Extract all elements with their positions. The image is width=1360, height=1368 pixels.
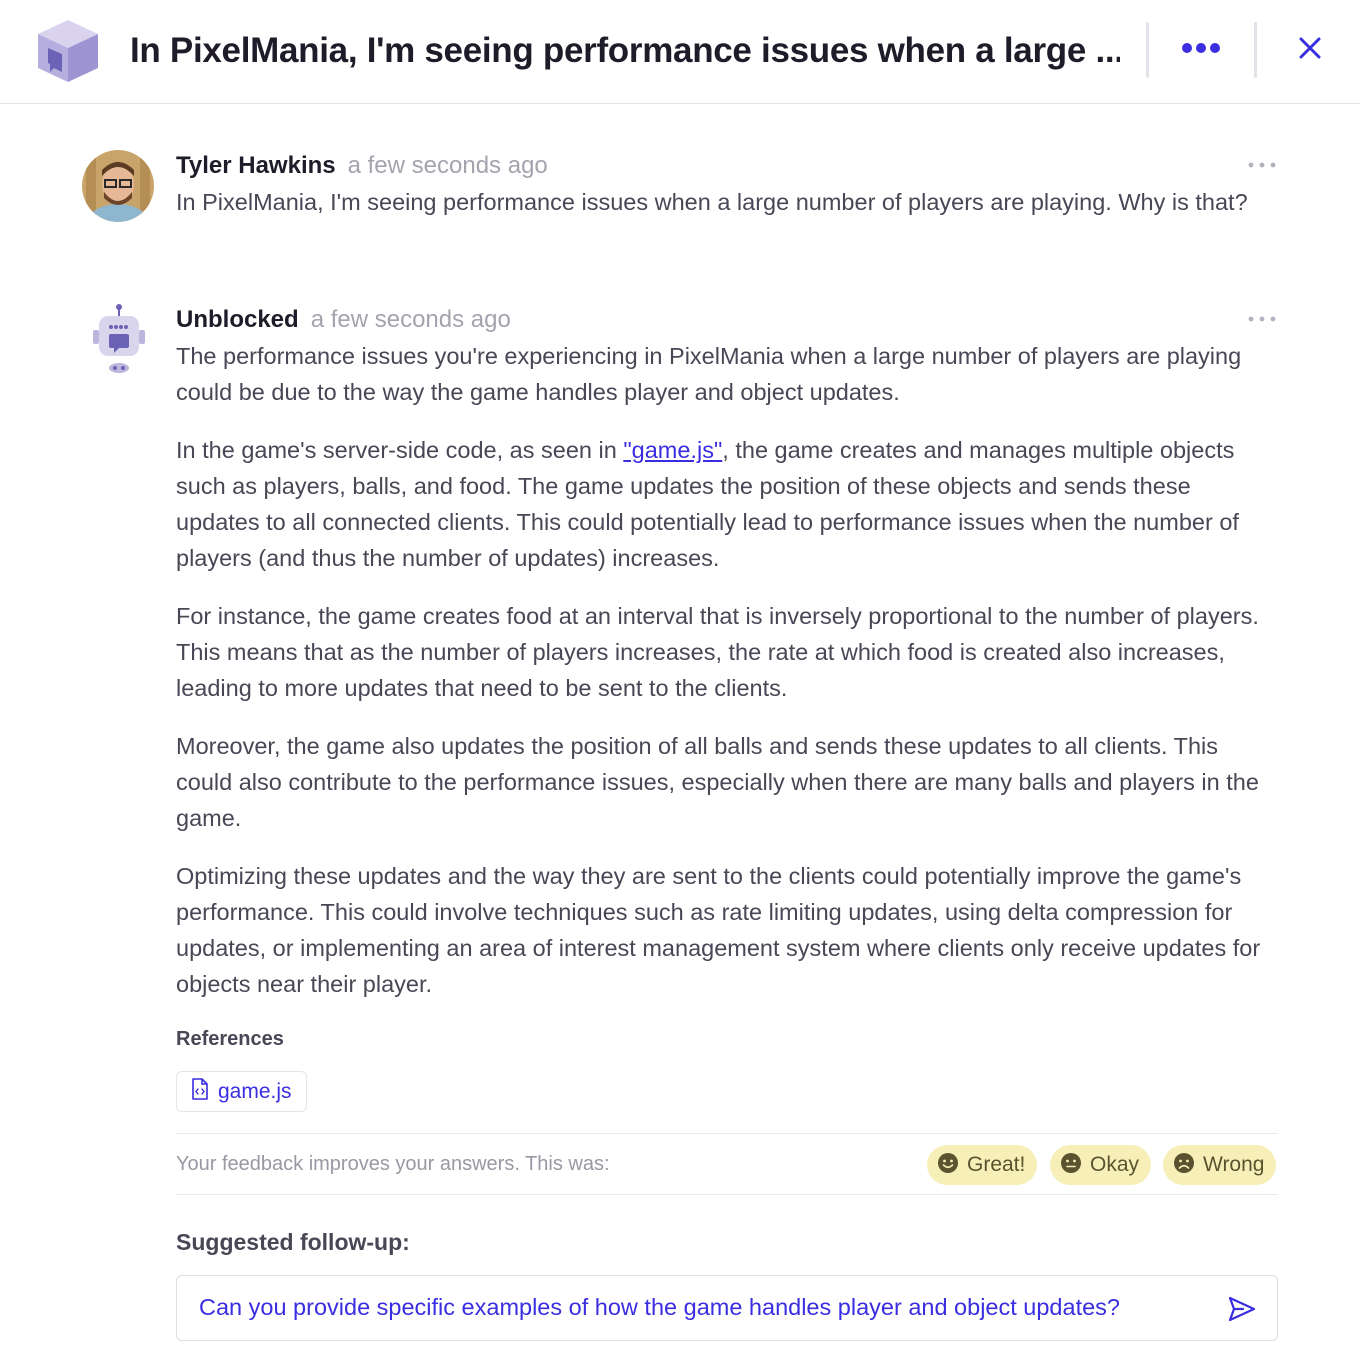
message-more-button[interactable] bbox=[1246, 158, 1278, 172]
more-options-button[interactable] bbox=[1178, 32, 1224, 68]
answer-paragraph: For instance, the game creates food at a… bbox=[176, 603, 1259, 701]
answer-paragraph: In the game's server-side code, as seen … bbox=[176, 432, 1278, 576]
feedback-bar: Your feedback improves your answers. Thi… bbox=[176, 1133, 1278, 1195]
answer-text: In the game's server-side code, as seen … bbox=[176, 437, 624, 463]
header-divider bbox=[1254, 22, 1257, 78]
author-name: Tyler Hawkins bbox=[176, 152, 336, 179]
answer-paragraph: The performance issues you're experienci… bbox=[176, 343, 1242, 405]
close-button[interactable] bbox=[1290, 30, 1330, 70]
feedback-great-label: Great! bbox=[967, 1153, 1026, 1176]
timestamp: a few seconds ago bbox=[347, 152, 548, 179]
header-divider bbox=[1146, 22, 1149, 78]
bot-avatar-icon bbox=[90, 302, 148, 378]
reference-chip-game-js[interactable]: game.js bbox=[176, 1071, 307, 1112]
smile-icon bbox=[937, 1152, 959, 1179]
answer-header: Unblocked a few seconds ago bbox=[176, 306, 511, 334]
feedback-okay-label: Okay bbox=[1090, 1153, 1140, 1176]
feedback-okay-button[interactable]: Okay bbox=[1050, 1145, 1152, 1185]
author-name: Unblocked bbox=[176, 306, 299, 333]
more-horizontal-icon bbox=[1181, 41, 1221, 59]
feedback-wrong-button[interactable]: Wrong bbox=[1163, 1145, 1277, 1185]
avatar bbox=[82, 150, 154, 222]
feedback-prompt: Your feedback improves your answers. Thi… bbox=[176, 1153, 610, 1175]
suggested-followup-title: Suggested follow-up: bbox=[176, 1229, 410, 1255]
send-icon[interactable] bbox=[1227, 1294, 1257, 1324]
question-text: In PixelMania, I'm seeing performance is… bbox=[176, 189, 1248, 215]
references-title: References bbox=[176, 1028, 284, 1050]
code-file-icon bbox=[191, 1078, 209, 1105]
question-header: Tyler Hawkins a few seconds ago bbox=[176, 152, 548, 180]
feedback-great-button[interactable]: Great! bbox=[927, 1145, 1038, 1185]
reference-label: game.js bbox=[218, 1079, 292, 1103]
feedback-wrong-label: Wrong bbox=[1203, 1153, 1265, 1176]
header: In PixelMania, I'm seeing performance is… bbox=[0, 0, 1360, 104]
close-icon bbox=[1299, 37, 1321, 64]
timestamp: a few seconds ago bbox=[310, 306, 511, 333]
answer-paragraph: Optimizing these updates and the way the… bbox=[176, 863, 1261, 997]
answer-paragraph: Moreover, the game also updates the posi… bbox=[176, 733, 1259, 831]
cube-logo-icon bbox=[36, 18, 100, 84]
frown-icon bbox=[1173, 1152, 1195, 1179]
game-js-link[interactable]: "game.js" bbox=[623, 437, 722, 463]
message-more-button[interactable] bbox=[1246, 312, 1278, 326]
suggested-followup-button[interactable]: Can you provide specific examples of how… bbox=[176, 1275, 1278, 1341]
neutral-face-icon bbox=[1060, 1152, 1082, 1179]
thread-title: In PixelMania, I'm seeing performance is… bbox=[130, 31, 1120, 70]
suggested-followup-text: Can you provide specific examples of how… bbox=[199, 1294, 1120, 1320]
answer-body: The performance issues you're experienci… bbox=[176, 338, 1278, 1024]
